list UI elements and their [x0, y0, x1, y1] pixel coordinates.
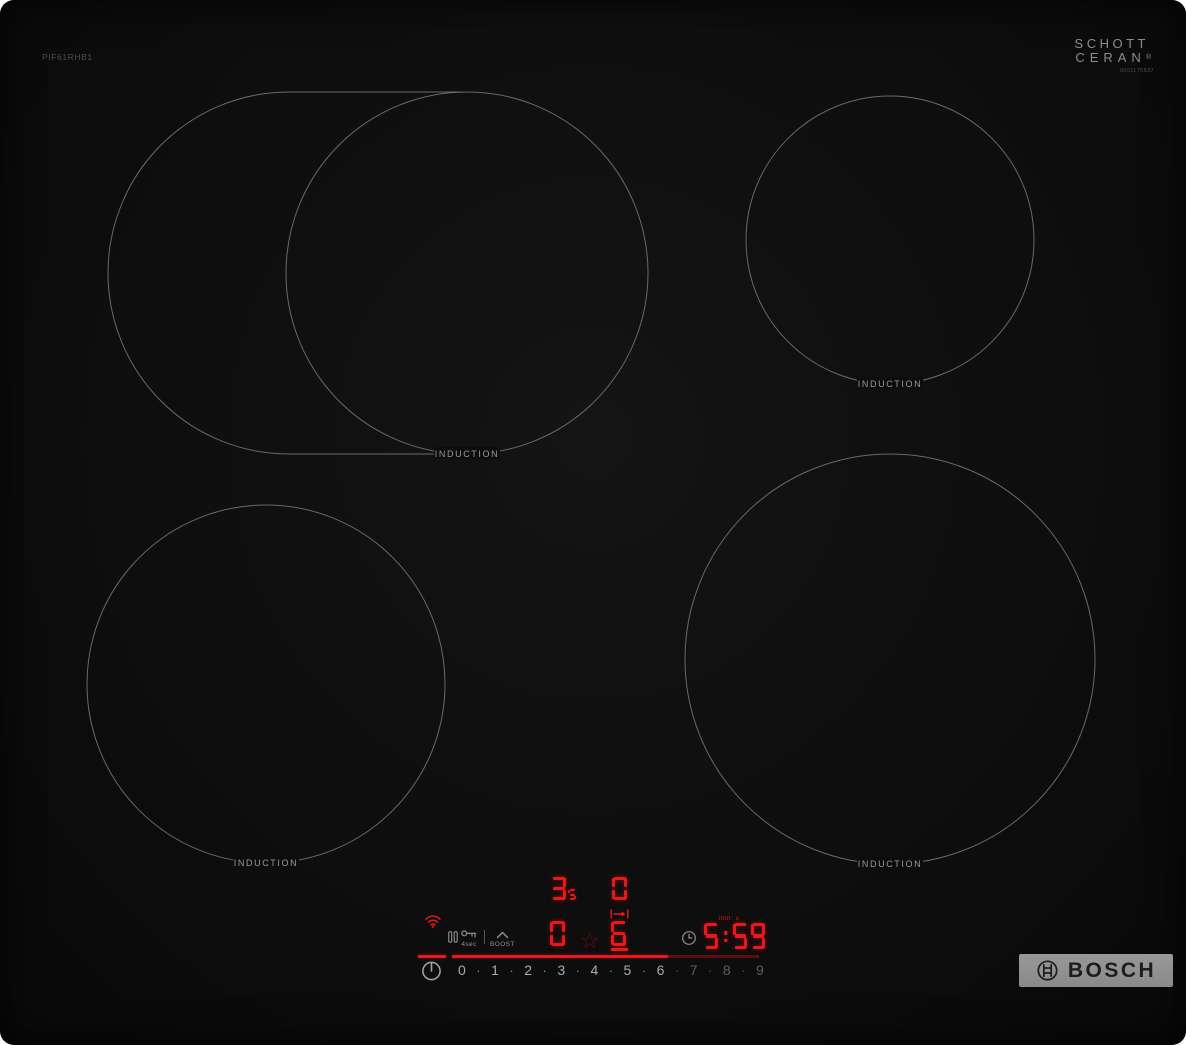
schott-line2: CERAN® [1075, 50, 1151, 65]
active-zone-underline [611, 948, 628, 951]
label-mask [233, 856, 299, 868]
slider-key-3[interactable]: 3 [557, 962, 565, 978]
induction-label-front-left: INDUCTION [234, 858, 298, 868]
glass-code: 9001176537 [1119, 68, 1154, 74]
keep-warm-key[interactable]: ☆ [580, 930, 600, 952]
boost-key[interactable]: BOOST [490, 931, 515, 948]
label-mask [434, 447, 500, 459]
slider-key-8[interactable]: 8 [723, 962, 731, 978]
led-digits [611, 921, 626, 946]
slider-track-active [452, 955, 668, 958]
boost-label: BOOST [490, 940, 515, 948]
power-level-slider[interactable]: 0 · 1 · 2 · 3 · 4 · 5 · 6 · 7 · 8 · 9 [458, 962, 764, 978]
zone-rear-left-flex-outline [107, 91, 463, 455]
slider-track-inactive [668, 955, 759, 958]
slider-dot: · [575, 962, 580, 978]
slider-key-9[interactable]: 9 [756, 962, 764, 978]
led-digits [551, 877, 566, 900]
lock-hold-label: 4sec [461, 940, 477, 948]
induction-label-front-right: INDUCTION [858, 859, 922, 869]
front-right-zone-display[interactable] [611, 921, 626, 946]
led-digits-small [568, 889, 576, 900]
slider-key-2[interactable]: 2 [524, 962, 532, 978]
slider-key-0[interactable]: 0 [458, 962, 466, 978]
slider-dot: · [641, 962, 647, 978]
model-number-label: PIF61RHB1 [42, 52, 93, 62]
timer-key[interactable] [681, 930, 697, 946]
schott-line1: SCHOTT [1074, 36, 1149, 51]
pause-icon [448, 931, 458, 943]
ceran-text: CERAN [1075, 50, 1146, 65]
schott-ceran-logo: SCHOTT CERAN® 9001176537 [1074, 36, 1154, 74]
timer-display [704, 923, 765, 949]
led-digits [704, 923, 765, 949]
led-digits [612, 877, 627, 900]
boost-chevron-icon [496, 931, 509, 939]
slider-key-6[interactable]: 6 [657, 962, 665, 978]
wifi-icon [425, 915, 441, 928]
label-mask [857, 377, 923, 389]
move-zone-icon [610, 909, 629, 919]
rear-left-zone-display[interactable] [551, 877, 576, 900]
slider-dot: · [674, 962, 680, 978]
slider-key-5[interactable]: 5 [624, 962, 632, 978]
induction-label-rear-left: INDUCTION [435, 449, 499, 459]
zone-front-right-outline [684, 453, 1096, 865]
move-zone-indicator [610, 909, 629, 919]
panel-divider [484, 930, 485, 944]
key-lock-icon [461, 930, 477, 938]
slider-key-7[interactable]: 7 [690, 962, 698, 978]
bosch-logo: BOSCH [1019, 954, 1173, 987]
power-key[interactable] [420, 959, 443, 982]
zone-rear-right-outline [745, 95, 1035, 385]
slider-key-1[interactable]: 1 [491, 962, 499, 978]
cooktop-glass-surface: INDUCTION INDUCTION INDUCTION INDUCTION … [0, 0, 1186, 1045]
rear-right-zone-display[interactable] [612, 877, 627, 900]
wifi-indicator [424, 914, 442, 928]
power-icon [422, 961, 441, 981]
zone-front-left-outline [86, 504, 446, 864]
slider-dot: · [708, 962, 713, 978]
slider-dot: · [509, 962, 514, 978]
bosch-logo-text: BOSCH [1067, 958, 1157, 982]
slider-dot: · [476, 962, 481, 978]
bosch-symbol-icon [1037, 960, 1058, 981]
slider-dot: · [741, 962, 746, 978]
induction-label-rear-right: INDUCTION [858, 379, 922, 389]
front-left-zone-display[interactable] [550, 921, 565, 946]
slider-track-left-segment [418, 955, 446, 958]
timer-unit-label: min: s [719, 915, 740, 922]
registered-mark: ® [1145, 54, 1151, 61]
childproof-lock-key[interactable]: 4sec [461, 929, 477, 948]
slider-key-4[interactable]: 4 [590, 962, 598, 978]
pause-key[interactable] [448, 931, 458, 943]
star-icon: ☆ [580, 928, 600, 953]
slider-dot: · [608, 962, 614, 978]
led-digits [550, 921, 565, 946]
clock-icon [682, 931, 696, 945]
zone-rear-left-circle-outline [285, 91, 649, 455]
label-mask [857, 857, 923, 869]
cooking-zone-outlines: INDUCTION INDUCTION INDUCTION INDUCTION [86, 91, 1096, 869]
slider-dot: · [542, 962, 547, 978]
